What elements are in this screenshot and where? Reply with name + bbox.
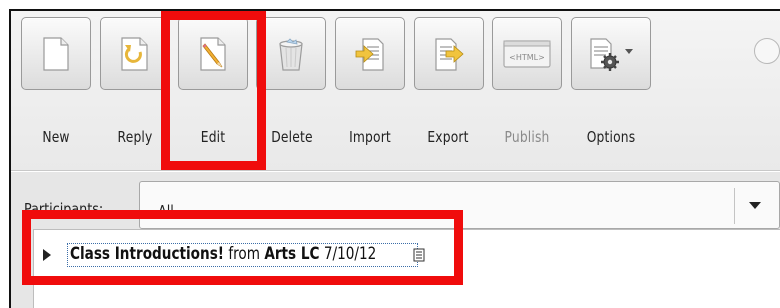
- export-button[interactable]: [414, 17, 484, 90]
- message-title: Class Introductions!: [70, 244, 225, 264]
- delete-button[interactable]: [256, 17, 326, 90]
- message-date: 7/10/12: [323, 244, 377, 264]
- export-button-label: Export: [427, 128, 469, 146]
- delete-button-label: Delete: [271, 128, 313, 146]
- participants-dropdown[interactable]: All: [139, 181, 780, 229]
- export-icon: [435, 37, 464, 71]
- tree-item-text: Class Introductions! from Arts LC 7/10/1…: [70, 244, 376, 265]
- trash-can-icon: [279, 37, 303, 71]
- new-document-icon: [43, 36, 69, 71]
- new-button[interactable]: [21, 17, 91, 90]
- detach-icon[interactable]: [754, 38, 780, 64]
- message-author: Arts LC: [264, 244, 320, 264]
- html-icon: <HTML>: [503, 39, 551, 68]
- edit-button[interactable]: [178, 17, 248, 90]
- participants-label: Participants:: [24, 200, 104, 218]
- expand-triangle-icon[interactable]: [42, 248, 52, 262]
- import-button[interactable]: [335, 17, 405, 90]
- publish-button[interactable]: <HTML>: [492, 17, 562, 90]
- options-gear-icon: [590, 37, 633, 71]
- tree-item-label[interactable]: Class Introductions! from Arts LC 7/10/1…: [67, 243, 418, 267]
- dropdown-divider: [734, 188, 735, 224]
- reply-icon: [121, 36, 148, 71]
- import-button-label: Import: [349, 128, 391, 146]
- edit-button-label: Edit: [200, 128, 226, 146]
- options-button[interactable]: [571, 17, 651, 90]
- from-word: from: [228, 244, 260, 264]
- participants-selected-value: All: [158, 202, 174, 220]
- publish-button-label: Publish: [504, 128, 550, 146]
- reply-button[interactable]: [100, 17, 170, 90]
- chevron-down-icon[interactable]: [745, 197, 765, 213]
- discussion-window: New Reply Edit Delete Import Export <HTM…: [0, 0, 780, 308]
- import-icon: [355, 37, 384, 71]
- new-button-label: New: [42, 128, 70, 146]
- reply-button-label: Reply: [117, 128, 153, 146]
- message-tree: [33, 229, 780, 308]
- edit-pencil-icon: [200, 36, 226, 71]
- message-icon: [413, 248, 425, 262]
- options-button-label: Options: [586, 128, 636, 146]
- html-icon-text: <HTML>: [509, 53, 545, 62]
